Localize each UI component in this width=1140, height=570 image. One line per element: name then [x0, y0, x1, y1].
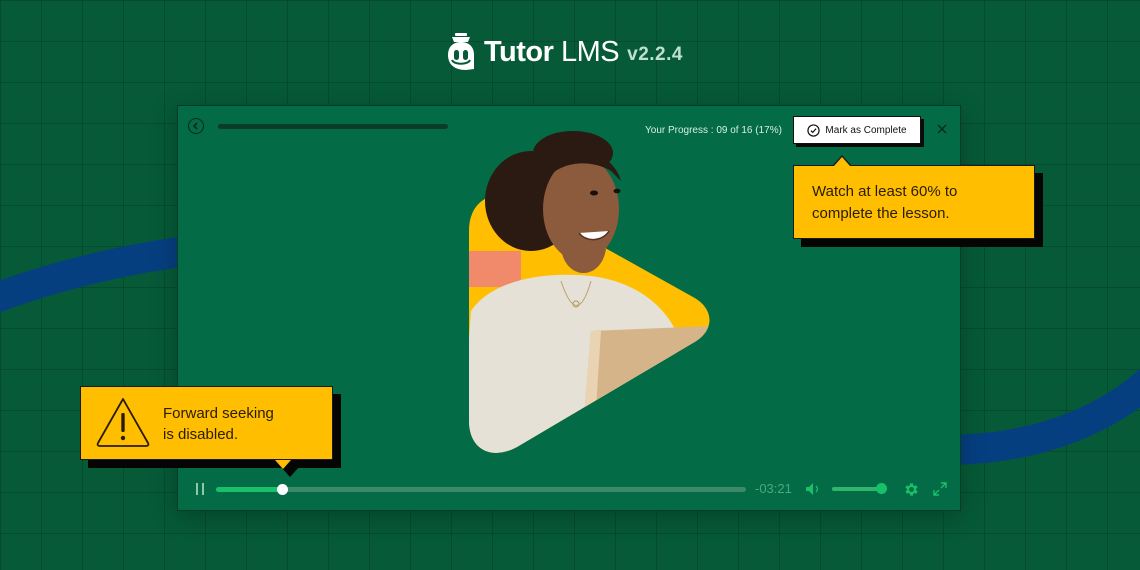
fullscreen-icon[interactable] — [933, 482, 947, 496]
completion-tooltip-text: Watch at least 60% to complete the lesso… — [812, 183, 958, 222]
close-icon[interactable] — [936, 123, 948, 135]
seeking-disabled-tooltip: Forward seeking is disabled. — [80, 386, 333, 477]
gear-icon[interactable] — [903, 481, 920, 498]
volume-slider[interactable] — [832, 483, 887, 494]
brand-version: v2.2.4 — [627, 44, 683, 65]
mark-as-complete-button[interactable]: Mark as Complete — [793, 116, 921, 144]
seek-bar-thumb[interactable] — [277, 484, 289, 495]
pause-button[interactable] — [195, 483, 205, 495]
seek-bar[interactable] — [216, 484, 746, 495]
brand-logo: Tutor LMS v2.2.4 — [446, 32, 683, 72]
volume-level — [832, 487, 881, 491]
warning-icon — [96, 398, 150, 447]
volume-icon[interactable] — [805, 482, 823, 496]
volume-thumb[interactable] — [875, 483, 887, 494]
lesson-title-placeholder — [218, 124, 448, 129]
seek-bar-played — [216, 487, 283, 492]
tutor-owl-logo-icon — [448, 33, 474, 70]
pause-icon — [196, 483, 198, 495]
seeking-tooltip-text: Forward seeking is disabled. — [163, 405, 274, 443]
mark-as-complete-label: Mark as Complete — [825, 124, 907, 136]
time-remaining: -03:21 — [755, 481, 792, 496]
video-thumbnail — [469, 131, 710, 453]
brand-name: Tutor LMS — [484, 35, 620, 68]
video-controls: -03:21 — [178, 476, 960, 502]
completion-tooltip: Watch at least 60% to complete the lesso… — [793, 155, 1035, 239]
back-button[interactable] — [188, 118, 204, 134]
check-circle-icon — [807, 123, 821, 137]
chevron-left-circle-icon — [192, 122, 198, 130]
